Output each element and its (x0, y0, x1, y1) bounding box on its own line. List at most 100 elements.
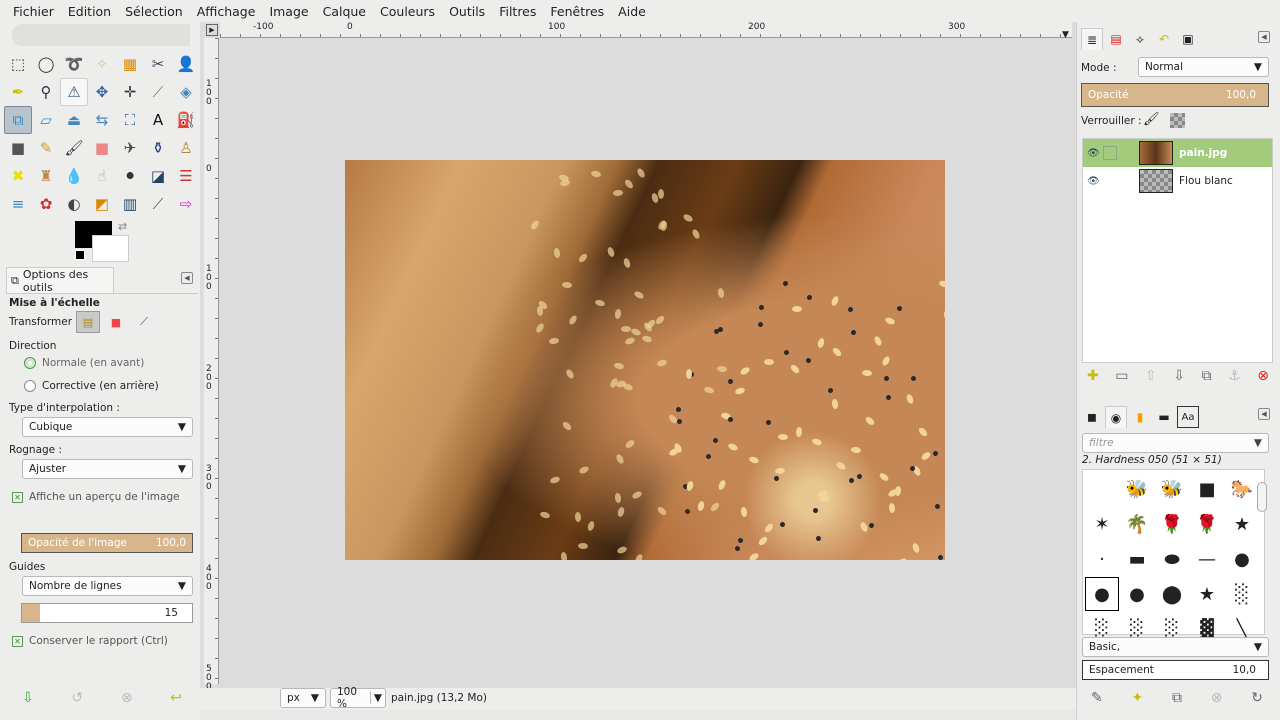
clipping-select[interactable]: Ajuster ▼ (22, 459, 193, 479)
tab-images[interactable]: ▣ (1177, 28, 1199, 50)
brush-item[interactable]: ✶ (1085, 507, 1119, 541)
chain-toggle[interactable] (1103, 146, 1117, 160)
heal-tool-icon[interactable]: ✖ (4, 162, 32, 190)
panel-menu-icon[interactable]: ◀ (1258, 31, 1270, 43)
text-tool-icon[interactable]: A (144, 106, 172, 134)
vertical-ruler[interactable]: 100 0 100 200 300 400 500 (204, 38, 219, 692)
guides-select[interactable]: Nombre de lignes ▼ (22, 576, 193, 596)
keep-ratio-checkbox[interactable]: ✕ Conserver le rapport (Ctrl) (12, 635, 168, 647)
brush-item[interactable]: ★ (1225, 507, 1259, 541)
brush-item[interactable]: ● (1085, 577, 1119, 611)
color-select-tool-icon[interactable]: ▦ (116, 50, 144, 78)
colorize-tool-icon[interactable]: ✿ (32, 190, 60, 218)
tab-patterns[interactable]: ▮ (1129, 406, 1151, 428)
free-select-tool-icon[interactable]: ➰ (60, 50, 88, 78)
zoom-select[interactable]: 100 % ▼ (330, 686, 386, 710)
reset-options-icon[interactable]: ↩ (170, 690, 182, 706)
menu-9[interactable]: Fenêtres (543, 4, 611, 19)
threshold-tool-icon[interactable]: ◩ (88, 190, 116, 218)
duplicate-layer-icon[interactable]: ⧉ (1202, 368, 1212, 384)
navigate-icon[interactable]: ▼ (1062, 30, 1069, 40)
tab-gradients[interactable]: ▬ (1153, 406, 1175, 428)
refresh-brushes-icon[interactable]: ↻ (1251, 690, 1263, 706)
transform-layer-button[interactable]: ▤ (76, 311, 100, 333)
desaturate-tool-icon[interactable]: ◪ (144, 162, 172, 190)
anchor-layer-icon[interactable]: ⚓ (1228, 368, 1241, 384)
restore-options-icon[interactable]: ↺ (71, 690, 83, 706)
duplicate-brush-icon[interactable]: ⧉ (1172, 690, 1182, 706)
direction-corrective-radio[interactable]: Corrective (en arrière) (24, 380, 159, 392)
crop-tool-icon[interactable]: ⟋ (144, 78, 172, 106)
paths-tool-icon[interactable]: ✒ (4, 78, 32, 106)
new-layer-group-icon[interactable]: ▭ (1115, 368, 1128, 384)
curves-tool-icon[interactable]: ⟋ (144, 190, 172, 218)
align-tool-icon[interactable]: ✛ (116, 78, 144, 106)
lock-alpha-icon[interactable] (1170, 113, 1185, 128)
brushes-scrollbar[interactable] (1257, 482, 1267, 512)
brush-item[interactable]: 🌴 (1120, 507, 1154, 541)
tab-tool-options[interactable]: ⧉ Options des outils (6, 267, 114, 294)
move-tool-icon[interactable]: ✥ (88, 78, 116, 106)
mode-select[interactable]: Normal ▼ (1138, 57, 1269, 77)
fuzzy-select-tool-icon[interactable]: ✧ (88, 50, 116, 78)
image-pain-jpg[interactable] (345, 160, 945, 560)
brush-filter-input[interactable]: filtre ▼ (1082, 433, 1269, 453)
brush-item[interactable]: ⬤ (1155, 577, 1189, 611)
brush-item[interactable]: 🌹 (1155, 507, 1189, 541)
transform-path-button[interactable]: ⟋ (132, 311, 156, 333)
menu-0[interactable]: Fichier (6, 4, 61, 19)
scissors-tool-icon[interactable]: ✂ (144, 50, 172, 78)
blur-tool-icon[interactable]: 💧 (60, 162, 88, 190)
layer-name[interactable]: Flou blanc (1179, 175, 1233, 187)
brush-item[interactable]: — (1190, 542, 1224, 576)
paintbrush-tool-icon[interactable]: 🖌 (60, 134, 88, 162)
spacing-slider[interactable]: Espacement 10,0 (1082, 660, 1269, 680)
horizontal-ruler[interactable]: -100 0 100 200 300 (220, 22, 1072, 38)
save-options-icon[interactable]: ⇩ (22, 690, 34, 706)
invert-tool-icon[interactable]: ⇨ (172, 190, 200, 218)
tab-paths[interactable]: ⟡ (1129, 28, 1151, 50)
airbrush-tool-icon[interactable]: ✈ (116, 134, 144, 162)
panel-menu-icon[interactable]: ◀ (181, 272, 193, 284)
rotate-tool-icon[interactable]: ◈ (172, 78, 200, 106)
brush-item[interactable]: ⬬ (1155, 542, 1189, 576)
menu-2[interactable]: Sélection (118, 4, 190, 19)
layer-opacity-slider[interactable]: Opacité 100,0 (1081, 83, 1269, 107)
ellipse-select-tool-icon[interactable]: ◯ (32, 50, 60, 78)
default-colors-icon[interactable] (75, 250, 85, 260)
shear-tool-icon[interactable]: ▱ (32, 106, 60, 134)
brush-item[interactable]: 🐝 (1155, 472, 1189, 506)
new-brush-icon[interactable]: ✦ (1132, 690, 1144, 706)
measure-tool-icon[interactable]: ⚠ (60, 78, 88, 106)
tab-fonts[interactable]: Aa (1177, 406, 1199, 428)
swap-colors-icon[interactable]: ⇄ (118, 220, 127, 233)
color-balance-tool-icon[interactable]: ☰ (172, 162, 200, 190)
eraser-tool-icon[interactable]: ■ (88, 134, 116, 162)
bucket-fill-tool-icon[interactable]: ⛽ (172, 106, 200, 134)
unit-select[interactable]: px ▼ (280, 688, 326, 708)
menu-8[interactable]: Filtres (492, 4, 543, 19)
raise-layer-icon[interactable]: ⇧ (1145, 368, 1157, 384)
menu-1[interactable]: Edition (61, 4, 118, 19)
menu-3[interactable]: Affichage (190, 4, 263, 19)
smudge-tool-icon[interactable]: ☝ (88, 162, 116, 190)
lock-pixels-icon[interactable]: 🖌 (1143, 112, 1160, 127)
tab-brushes[interactable]: ◉ (1105, 406, 1127, 428)
delete-layer-icon[interactable]: ⊗ (1257, 368, 1269, 384)
hue-saturation-tool-icon[interactable]: ≡ (4, 190, 32, 218)
dodge-burn-tool-icon[interactable]: ⚫ (116, 162, 144, 190)
scale-tool-icon[interactable]: ⧉ (4, 106, 32, 134)
brush-item[interactable]: ░ (1225, 577, 1259, 611)
brush-item[interactable]: 🐝 (1120, 472, 1154, 506)
color-picker-tool-icon[interactable]: ⚲ (32, 78, 60, 106)
foreground-select-tool-icon[interactable]: 👤 (172, 50, 200, 78)
lower-layer-icon[interactable]: ⇩ (1173, 368, 1185, 384)
layer-row[interactable]: 👁 Flou blanc (1083, 167, 1272, 195)
brush-item[interactable]: ● (1120, 577, 1154, 611)
pencil-tool-icon[interactable]: ✎ (32, 134, 60, 162)
background-color[interactable] (92, 235, 129, 262)
image-opacity-slider[interactable]: Opacité de l'image 100,0 (21, 533, 193, 553)
brush-item[interactable]: · (1085, 542, 1119, 576)
layer-row[interactable]: 👁 pain.jpg (1083, 139, 1272, 167)
menu-7[interactable]: Outils (442, 4, 492, 19)
